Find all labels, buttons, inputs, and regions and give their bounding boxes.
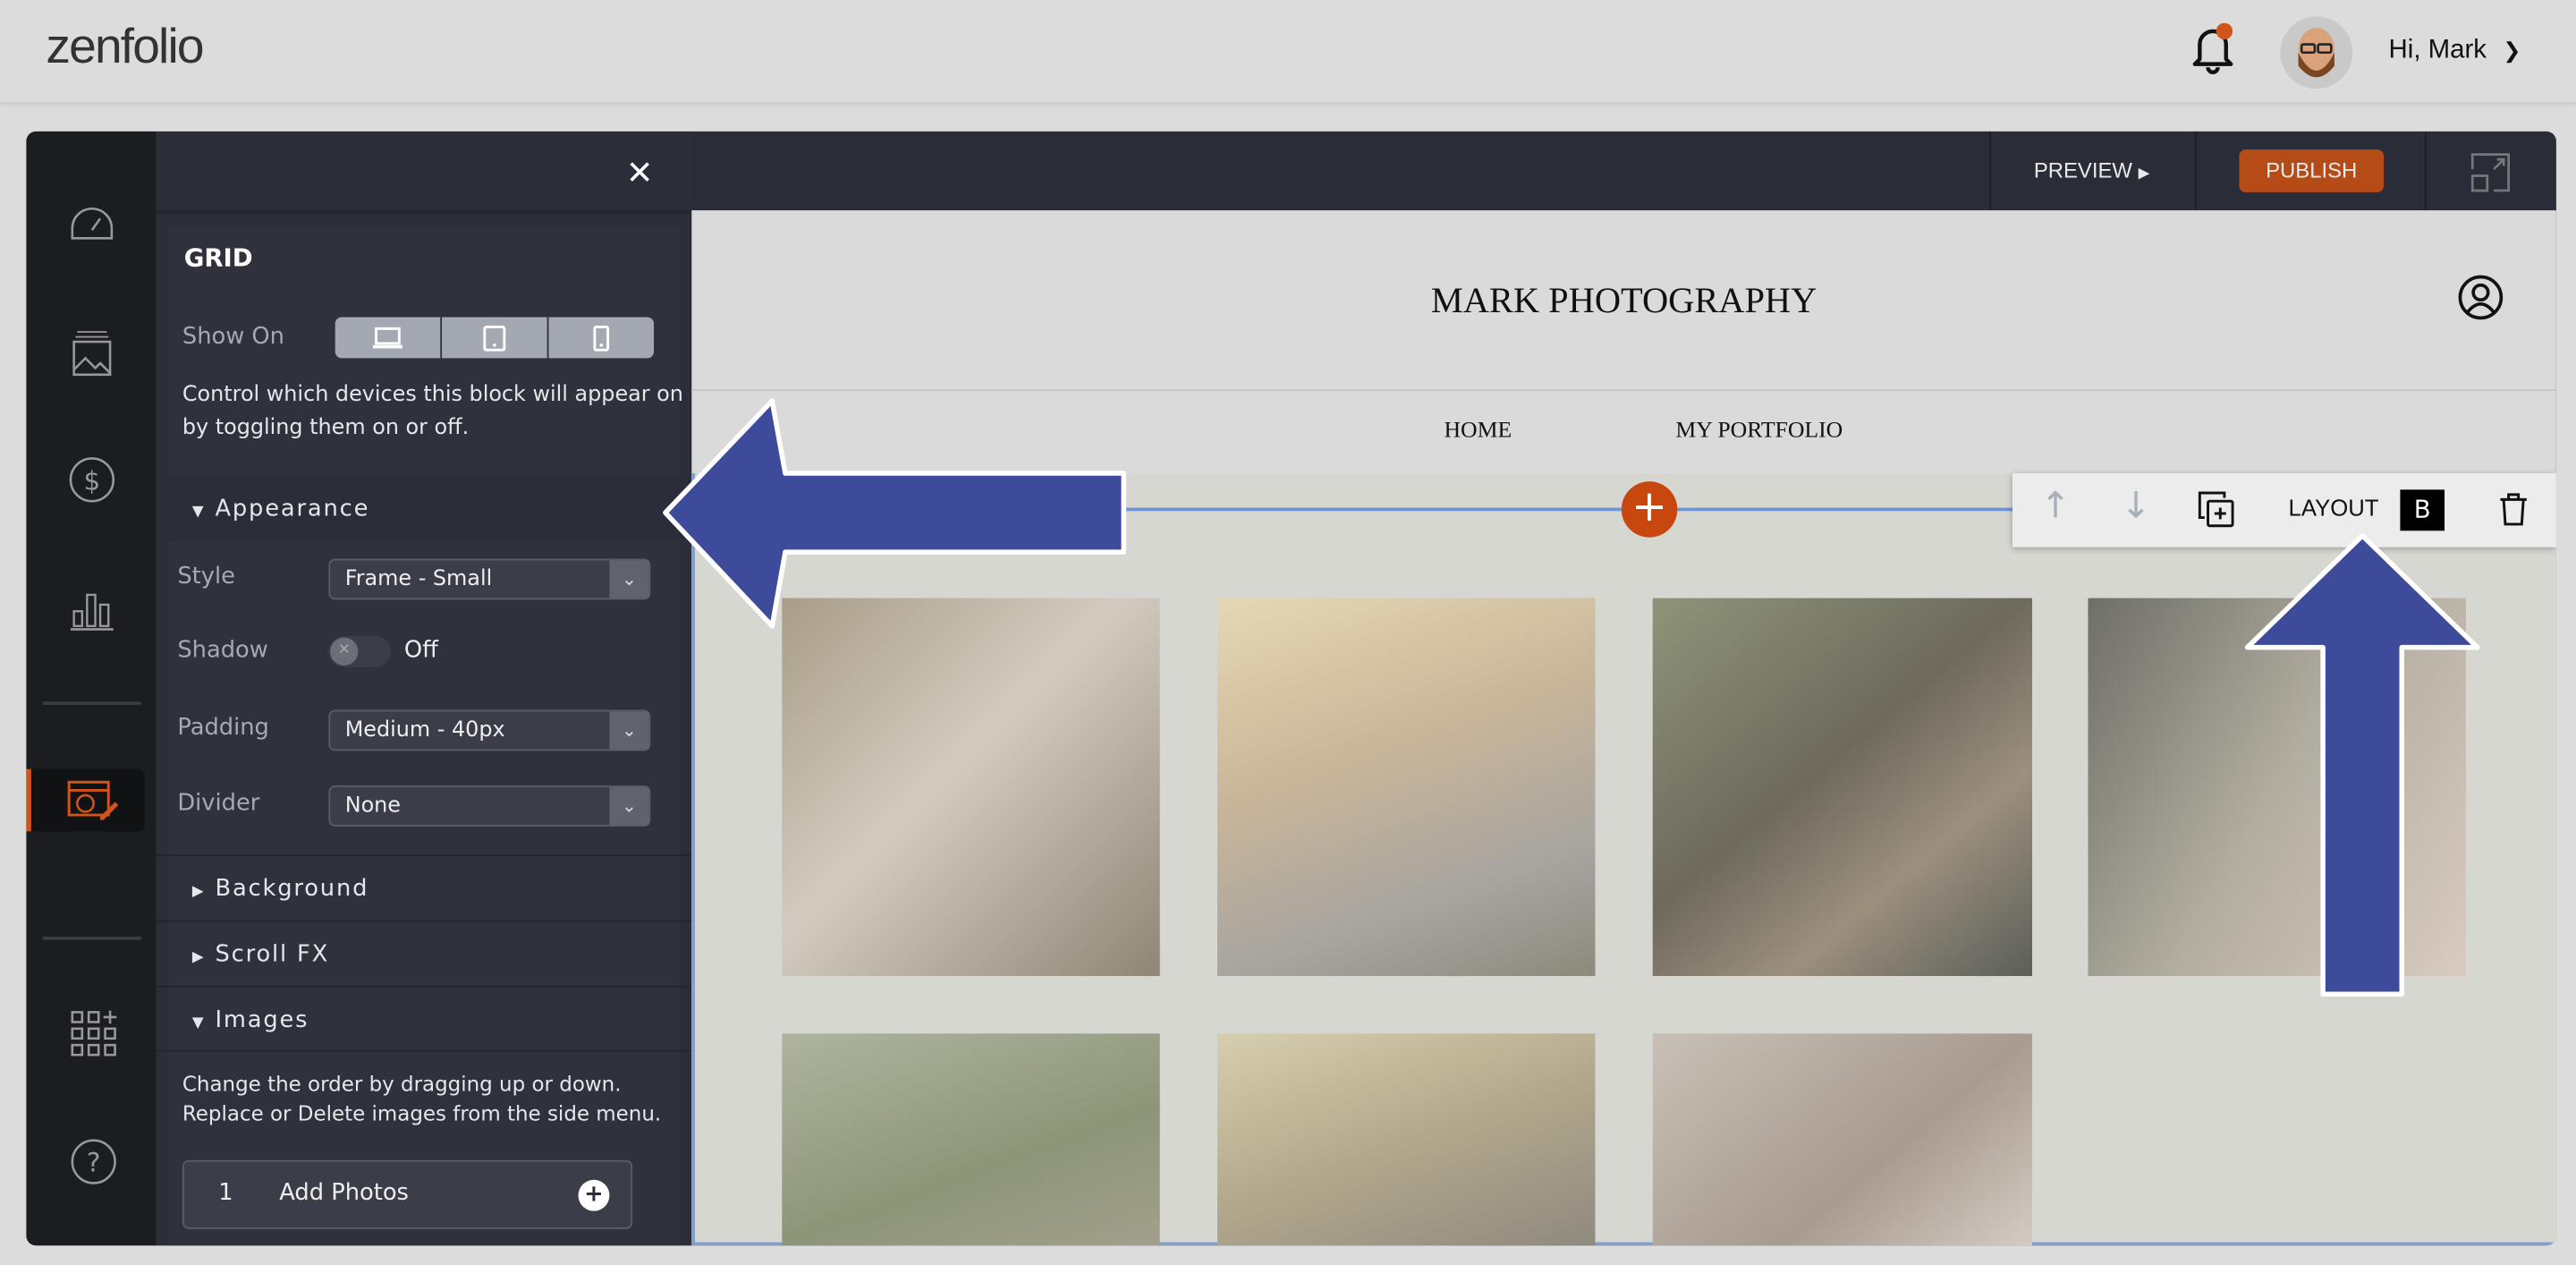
fullscreen-icon[interactable] xyxy=(2470,153,2511,199)
photo[interactable] xyxy=(782,598,1160,976)
divider-select[interactable]: None ⌄ xyxy=(328,785,651,827)
caret-down-icon: ▼ xyxy=(191,1015,206,1032)
publish-button[interactable]: PUBLISH xyxy=(2239,149,2385,192)
block-toolbar: ↑ ↓ LAYOUT B xyxy=(2012,472,2556,548)
zenfolio-logo[interactable]: zenfolio xyxy=(46,20,204,75)
chevron-down-icon: ⌄ xyxy=(609,560,649,599)
close-icon[interactable]: ✕ xyxy=(626,153,654,192)
svg-text:?: ? xyxy=(87,1148,101,1178)
background-section-toggle[interactable]: ▶ Background xyxy=(156,854,692,920)
preview-label: PREVIEW xyxy=(2033,157,2132,183)
user-menu[interactable]: Hi, Mark ❯ xyxy=(2389,36,2521,65)
panel-top-divider xyxy=(156,210,692,214)
padding-label: Padding xyxy=(177,714,269,742)
bell-icon[interactable] xyxy=(2190,22,2235,76)
device-toggle-group xyxy=(335,317,655,359)
rail-divider xyxy=(42,936,141,940)
style-value: Frame - Small xyxy=(344,566,493,592)
greeting: Hi, Mark xyxy=(2388,36,2487,64)
website-editor-item[interactable] xyxy=(26,768,145,832)
images-help: Change the order by dragging up or down.… xyxy=(182,1071,662,1126)
photo[interactable] xyxy=(1652,598,2032,976)
nav-my-portfolio[interactable]: MY PORTFOLIO xyxy=(1675,419,1843,445)
move-down-icon[interactable]: ↓ xyxy=(2121,487,2151,528)
add-apps-icon[interactable] xyxy=(71,1010,117,1064)
gallery-icon[interactable] xyxy=(72,330,112,383)
style-select[interactable]: Frame - Small ⌄ xyxy=(328,558,651,600)
padding-value: Medium - 40px xyxy=(344,717,505,743)
image-count: 1 xyxy=(218,1179,233,1207)
svg-text:$: $ xyxy=(84,465,101,496)
block-settings-panel: ✕ GRID Show On Control which devices thi… xyxy=(156,131,692,1246)
photo[interactable] xyxy=(1652,1033,2032,1246)
add-block-button[interactable]: + xyxy=(1621,481,1678,538)
duplicate-icon[interactable] xyxy=(2198,491,2234,528)
phone-icon xyxy=(593,325,610,351)
toolbar-divider xyxy=(2194,131,2197,211)
layout-label: LAYOUT xyxy=(2288,494,2379,522)
play-icon: ▶ xyxy=(2138,164,2150,182)
nav-home[interactable]: HOME xyxy=(1444,419,1512,445)
x-icon: ✕ xyxy=(330,637,359,666)
photo[interactable] xyxy=(1216,1033,1596,1246)
scroll-fx-section-toggle[interactable]: ▶ Scroll FX xyxy=(156,920,692,986)
chevron-down-icon: ⌄ xyxy=(609,711,649,750)
appearance-label: Appearance xyxy=(215,496,370,523)
scroll-fx-label: Scroll FX xyxy=(215,941,330,968)
editor: $ ? ✕ GRID Show On Control which devices… xyxy=(26,131,2556,1246)
padding-select[interactable]: Medium - 40px ⌄ xyxy=(328,709,651,751)
style-label: Style xyxy=(177,563,235,590)
trash-icon[interactable] xyxy=(2499,493,2529,526)
mobile-toggle[interactable] xyxy=(548,317,654,358)
desktop-toggle[interactable] xyxy=(335,317,443,359)
help-icon[interactable]: ? xyxy=(71,1139,116,1192)
toolbar-divider xyxy=(1989,131,1992,211)
images-section-toggle[interactable]: ▼ Images xyxy=(156,986,692,1052)
dollar-icon[interactable]: $ xyxy=(69,457,115,510)
stats-icon[interactable] xyxy=(69,589,114,638)
chevron-down-icon: ❯ xyxy=(2503,38,2521,63)
appearance-section-toggle[interactable]: ▼ Appearance xyxy=(156,476,692,543)
photo[interactable] xyxy=(1216,598,1596,976)
account-icon[interactable] xyxy=(2458,275,2504,327)
shadow-toggle[interactable]: ✕ xyxy=(328,635,392,667)
toolbar-divider xyxy=(2424,131,2427,211)
top-bar: zenfolio Hi, Mark ❯ xyxy=(0,0,2576,102)
block-boundary-line xyxy=(691,507,2039,512)
shadow-label: Shadow xyxy=(177,637,268,665)
divider-label: Divider xyxy=(177,790,260,817)
header-divider xyxy=(691,389,2556,392)
site-title: MARK PHOTOGRAPHY xyxy=(1430,279,1818,321)
tablet-icon xyxy=(483,325,506,351)
move-up-icon[interactable]: ↑ xyxy=(2040,487,2071,528)
site-canvas: MARK PHOTOGRAPHY HOME MY PORTFOLIO + xyxy=(691,210,2556,1246)
plus-circle-icon[interactable]: + xyxy=(578,1179,610,1211)
panel-title: GRID xyxy=(183,242,253,273)
tablet-toggle[interactable] xyxy=(442,317,549,359)
background-label: Background xyxy=(215,875,369,903)
add-photos-row[interactable]: 1 Add Photos + xyxy=(182,1159,633,1229)
avatar[interactable] xyxy=(2280,16,2353,89)
rail-divider xyxy=(42,701,141,705)
caret-down-icon: ▼ xyxy=(191,504,206,522)
caret-right-icon: ▶ xyxy=(191,884,206,901)
photo[interactable] xyxy=(782,1033,1160,1246)
show-on-help: Control which devices this block will ap… xyxy=(182,382,683,441)
images-label: Images xyxy=(215,1006,309,1034)
preview-button[interactable]: PREVIEW ▶ xyxy=(2034,157,2150,183)
left-rail: $ ? xyxy=(26,131,157,1246)
shadow-value: Off xyxy=(403,637,438,665)
website-edit-icon xyxy=(67,780,119,820)
laptop-icon xyxy=(372,326,402,348)
add-photos-label: Add Photos xyxy=(279,1179,409,1207)
divider-value: None xyxy=(344,794,402,819)
caret-right-icon: ▶ xyxy=(191,949,206,966)
layout-variant-button[interactable]: B xyxy=(2400,489,2445,531)
chevron-down-icon: ⌄ xyxy=(609,786,649,826)
photo[interactable] xyxy=(2088,598,2466,976)
dashboard-icon[interactable] xyxy=(69,206,114,249)
show-on-label: Show On xyxy=(182,323,284,351)
